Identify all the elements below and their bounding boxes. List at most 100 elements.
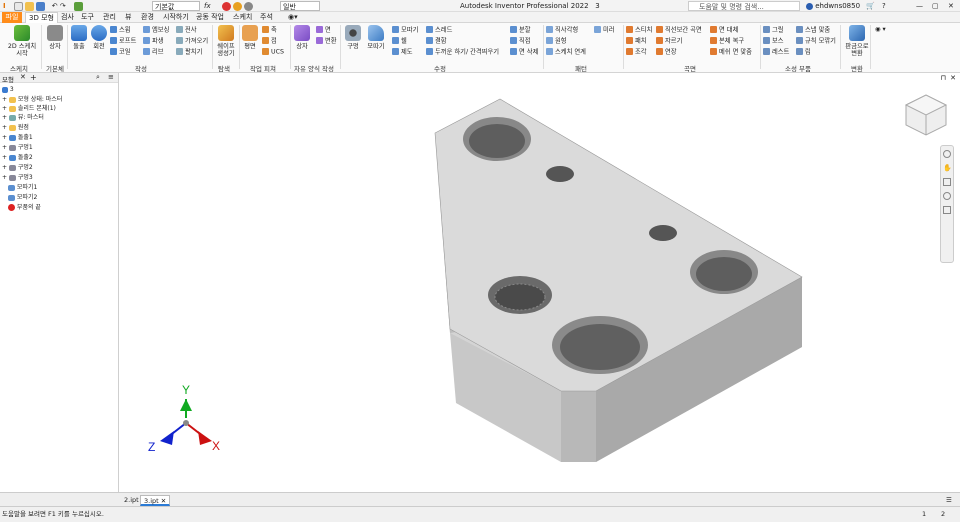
repair-bodies-button[interactable]: 본체 복구 — [710, 37, 744, 46]
unwrap-button[interactable]: 팔치기 — [176, 48, 202, 57]
fillet-button[interactable]: 모따기 — [365, 25, 387, 50]
patch-button[interactable]: 패치 — [626, 37, 647, 46]
help-search-input[interactable]: 도움말 및 명령 검색... — [688, 1, 800, 11]
shell-button[interactable]: 쉘 — [392, 37, 407, 46]
tab-manage[interactable]: 관리 — [100, 12, 119, 23]
combine-button[interactable]: 결합 — [426, 37, 447, 46]
open-folder-icon[interactable] — [25, 1, 35, 11]
tree-item-extrusion1[interactable]: + 돌출1 — [2, 133, 33, 142]
tab-view[interactable]: 뷰 — [122, 12, 134, 23]
derive-button[interactable]: 파생 — [143, 37, 164, 46]
tree-item-end-of-part[interactable]: 부품의 끝 — [8, 203, 41, 212]
chamfer-button[interactable]: 모따기 — [392, 26, 418, 35]
pan-icon[interactable]: ✋ — [943, 164, 952, 172]
small-hole-2[interactable] — [649, 225, 677, 241]
graphics-viewport[interactable]: ⊓ ✕ Y X Z ✋ — [120, 73, 960, 492]
axis-button[interactable]: 축 — [262, 26, 277, 35]
circular-pattern-button[interactable]: 원형 — [546, 37, 567, 46]
doc-tabs-menu-icon[interactable]: ☰ — [943, 495, 955, 506]
tree-item-view[interactable]: + 뷰: 마스터 — [2, 113, 44, 122]
sculpt-button[interactable]: 조각 — [626, 48, 647, 57]
tree-item-hole3[interactable]: + 구멍3 — [2, 173, 33, 182]
close-browser-tab-icon[interactable]: ✕ — [20, 73, 26, 81]
zoom-icon[interactable] — [943, 178, 951, 186]
appearance-icon[interactable] — [233, 1, 243, 11]
emboss-button[interactable]: 엠보싱 — [143, 26, 169, 35]
close-icon[interactable]: ✕ — [948, 1, 954, 11]
close-doc-tab-icon[interactable]: ✕ — [161, 497, 166, 505]
tab-sketch[interactable]: 스케치 — [230, 12, 255, 23]
tree-item-extrusion2[interactable]: + 돌출2 — [2, 153, 33, 162]
clear-icon[interactable] — [244, 1, 254, 11]
extrude-button[interactable]: 돌출 — [69, 25, 89, 50]
tab-3d-model[interactable]: 3D 모형 — [25, 12, 58, 23]
thread-button[interactable]: 스레드 — [426, 26, 452, 35]
tree-item-model-state[interactable]: + 모형 상태: 마스터 — [2, 95, 62, 104]
save-icon[interactable] — [36, 1, 46, 11]
mirror-button[interactable]: 미러 — [594, 26, 615, 35]
sweep-button[interactable]: 스윕 — [110, 26, 131, 35]
redo-icon[interactable]: ↷ — [60, 2, 66, 10]
lip-button[interactable]: 립 — [796, 48, 811, 57]
help-icon[interactable]: ? — [882, 1, 886, 11]
maximize-icon[interactable]: ▢ — [932, 1, 939, 11]
cart-icon[interactable]: 🛒 — [866, 1, 875, 11]
small-hole-1[interactable] — [546, 166, 574, 182]
color-icon[interactable] — [222, 1, 231, 11]
ucs-button[interactable]: UCS — [262, 48, 284, 57]
rectangular-pattern-button[interactable]: 직사각형 — [546, 26, 578, 35]
box-primitive-button[interactable]: 상자 — [44, 25, 66, 50]
tab-tools[interactable]: 도구 — [78, 12, 97, 23]
delete-face-button[interactable]: 면 삭제 — [510, 48, 538, 57]
tree-item-solid-bodies[interactable]: + 솔리드 본체(1) — [2, 104, 56, 113]
search-icon[interactable]: ⌕ — [96, 73, 100, 82]
tab-environments[interactable]: 환경 — [138, 12, 157, 23]
import-button[interactable]: 가져오기 — [176, 37, 208, 46]
tree-item-hole1[interactable]: + 구멍1 — [2, 143, 33, 152]
minimize-icon[interactable]: — — [916, 1, 923, 11]
browser-menu-icon[interactable]: ≡ — [108, 73, 114, 81]
tree-root[interactable]: 3 — [2, 85, 14, 94]
look-at-icon[interactable] — [943, 206, 951, 214]
extend-button[interactable]: 연장 — [656, 48, 677, 57]
draft-button[interactable]: 제도 — [392, 48, 413, 57]
rule-fillet-button[interactable]: 규칙 모깎기 — [796, 37, 836, 46]
tab-inspect[interactable]: 검사 — [58, 12, 77, 23]
tab-annotate[interactable]: 주석 — [257, 12, 276, 23]
tab-options-icon[interactable]: ◉▾ — [285, 12, 301, 23]
direct-button[interactable]: 직접 — [510, 37, 531, 46]
tab-collaborate[interactable]: 공동 작업 — [193, 12, 227, 23]
user-account[interactable]: ehdwns0850 — [806, 1, 860, 11]
convert-to-sheet-metal-button[interactable]: 판금으로 변환 — [843, 25, 871, 57]
doc-tab-2ipt[interactable]: 2.ipt — [121, 495, 142, 506]
undo-icon[interactable]: ↶ — [52, 2, 58, 10]
tree-item-chamfer1[interactable]: 모따기1 — [8, 183, 37, 192]
browser-tab-model[interactable]: 모형 — [2, 74, 14, 84]
freeform-convert-button[interactable]: 변환 — [316, 37, 337, 46]
rib-button[interactable]: 리브 — [143, 48, 164, 57]
steering-wheel-icon[interactable] — [943, 150, 951, 158]
loft-button[interactable]: 로프트 — [110, 37, 136, 46]
grill-button[interactable]: 그릴 — [763, 26, 784, 35]
tree-item-chamfer2[interactable]: 모따기2 — [8, 193, 37, 202]
ribbon-options-icon[interactable]: ◉ ▾ — [875, 26, 886, 34]
decal-button[interactable]: 전사 — [176, 26, 197, 35]
material-dropdown[interactable]: 기본값 — [152, 1, 200, 11]
boss-button[interactable]: 보스 — [763, 37, 784, 46]
stitch-button[interactable]: 스티치 — [626, 26, 652, 35]
tree-item-hole2[interactable]: + 구멍2 — [2, 163, 33, 172]
point-button[interactable]: 점 — [262, 37, 277, 46]
tree-item-origin[interactable]: + 원점 — [2, 123, 29, 132]
start-2d-sketch-button[interactable]: 2D 스케치 시작 — [4, 25, 40, 57]
rest-button[interactable]: 레스트 — [763, 48, 789, 57]
ruled-surface-button[interactable]: 직선보간 곡면 — [656, 26, 702, 35]
add-browser-tab-icon[interactable]: + — [30, 73, 37, 82]
tab-get-started[interactable]: 시작하기 — [160, 12, 192, 23]
sketch-driven-pattern-button[interactable]: 스케치 연계 — [546, 48, 586, 57]
shape-generator-button[interactable]: 쉐이프 생성기 — [214, 25, 238, 57]
appearance-dropdown[interactable]: 일반 — [280, 1, 320, 11]
revolve-button[interactable]: 회전 — [89, 25, 109, 50]
split-button[interactable]: 분할 — [510, 26, 531, 35]
hole-button[interactable]: 구멍 — [343, 25, 363, 50]
orbit-icon[interactable] — [943, 192, 951, 200]
